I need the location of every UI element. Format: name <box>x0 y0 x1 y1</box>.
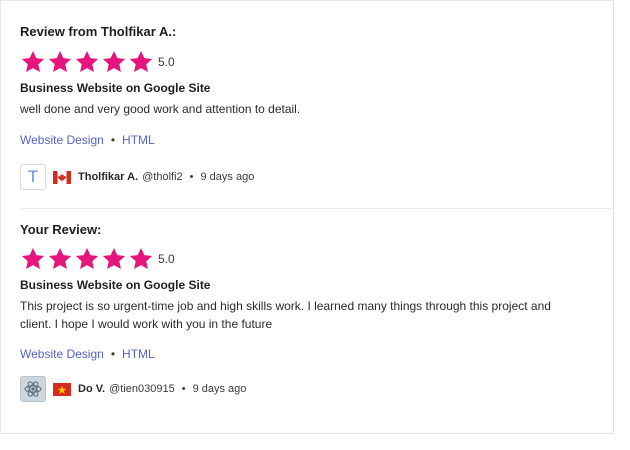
rating-value: 5.0 <box>158 252 175 266</box>
tag-separator: • <box>110 347 116 361</box>
meta-separator: • <box>181 383 186 395</box>
star-icon <box>47 49 74 75</box>
review-time: 9 days ago <box>192 383 247 395</box>
tag-html[interactable]: HTML <box>122 133 155 147</box>
rating-row: 5.0 <box>20 246 175 272</box>
card-top-border <box>0 0 613 1</box>
avatar-letter: T <box>27 167 39 186</box>
review-divider <box>20 208 614 209</box>
review-heading: Review from Tholfikar A.: <box>20 24 177 39</box>
project-title: Business Website on Google Site <box>20 81 211 95</box>
meta-separator: • <box>189 171 194 183</box>
vietnam-flag-icon <box>53 382 71 396</box>
star-icon <box>74 246 101 272</box>
review-heading: Your Review: <box>20 222 102 237</box>
project-title: Business Website on Google Site <box>20 278 211 292</box>
star-rating <box>20 49 155 75</box>
skill-tags: Website Design • HTML <box>20 133 155 147</box>
tag-html[interactable]: HTML <box>122 347 155 361</box>
author-name[interactable]: Tholfikar A. <box>78 171 138 183</box>
star-icon <box>128 246 155 272</box>
tag-separator: • <box>110 133 116 147</box>
tag-website-design[interactable]: Website Design <box>20 347 104 361</box>
star-icon <box>74 49 101 75</box>
review-author: T Tholfikar A. @tholfi2 • 9 days ago <box>20 164 254 190</box>
star-icon <box>101 49 128 75</box>
star-icon <box>20 246 47 272</box>
star-icon <box>128 49 155 75</box>
star-icon <box>20 49 47 75</box>
author-handle: @tholfi2 <box>142 171 183 183</box>
review-text: well done and very good work and attenti… <box>20 102 301 116</box>
review-time: 9 days ago <box>200 171 255 183</box>
avatar[interactable] <box>20 376 46 402</box>
author-handle: @tien030915 <box>109 383 175 395</box>
canada-flag-icon <box>53 170 71 184</box>
avatar[interactable]: T <box>20 164 46 190</box>
skill-tags: Website Design • HTML <box>20 347 155 361</box>
author-name[interactable]: Do V. <box>78 383 105 395</box>
star-icon <box>101 246 128 272</box>
atom-icon <box>24 381 42 397</box>
tag-website-design[interactable]: Website Design <box>20 133 104 147</box>
review-author: Do V. @tien030915 • 9 days ago <box>20 376 246 402</box>
rating-value: 5.0 <box>158 55 175 69</box>
star-icon <box>47 246 74 272</box>
rating-row: 5.0 <box>20 49 175 75</box>
star-rating <box>20 246 155 272</box>
reviews-card: Review from Tholfikar A.: 5.0 Business W… <box>0 0 614 434</box>
review-text: This project is so urgent-time job and h… <box>20 299 551 331</box>
